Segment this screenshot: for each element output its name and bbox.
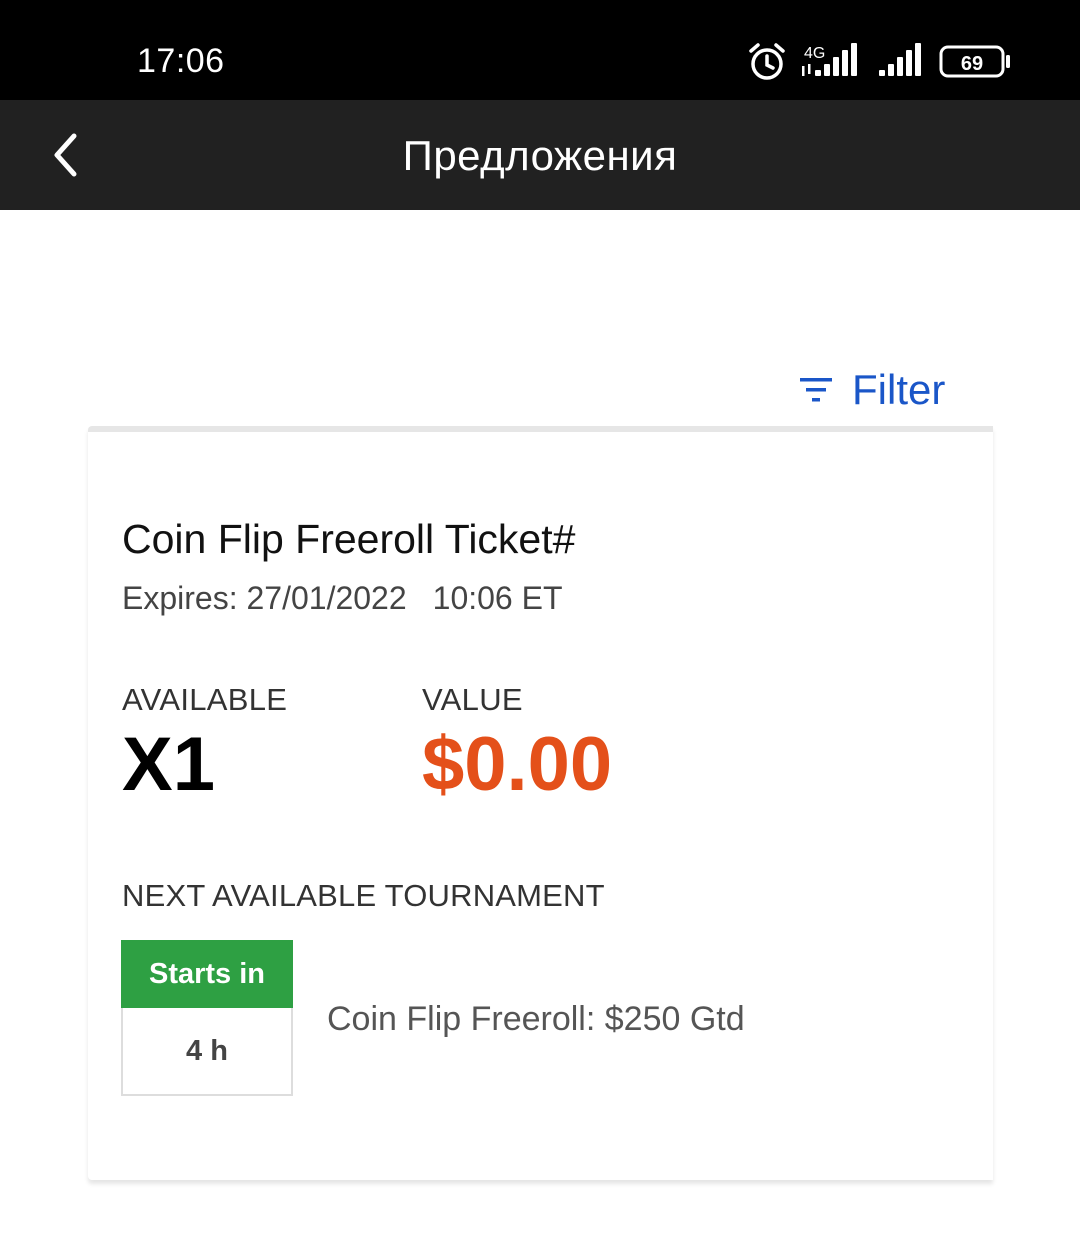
value-label: VALUE (422, 682, 523, 717)
next-tournament-label: NEXT AVAILABLE TOURNAMENT (122, 878, 605, 913)
value-amount: $0.00 (422, 722, 613, 807)
status-icons: 4G 69 (749, 43, 1010, 80)
tournament-name-link[interactable]: Coin Flip Freeroll: $250 Gtd (327, 1000, 745, 1039)
battery-level: 69 (961, 53, 983, 75)
offer-expiry: Expires: 27/01/2022 10:06 ET (122, 580, 563, 617)
available-label: AVAILABLE (122, 682, 288, 717)
battery-icon: 69 (939, 45, 1010, 78)
available-value: X1 (122, 722, 215, 807)
signal-icon (879, 43, 921, 76)
expires-date: Expires: 27/01/2022 (122, 580, 407, 616)
starts-in-badge: Starts in 4 h (121, 940, 293, 1096)
expires-time: 10:06 ET (432, 580, 563, 616)
chevron-left-icon (54, 133, 77, 177)
offer-card[interactable]: Coin Flip Freeroll Ticket# Expires: 27/0… (88, 426, 993, 1180)
back-button[interactable] (36, 122, 96, 188)
starts-in-value: 4 h (121, 1008, 293, 1096)
status-time: 17:06 (137, 42, 225, 80)
filter-label: Filter (852, 366, 946, 413)
status-bar: 17:06 4G 69 (0, 0, 1080, 100)
starts-in-label: Starts in (121, 940, 293, 1008)
data-activity-icon (802, 64, 811, 76)
app-bar: Предложения (0, 100, 1080, 210)
filter-icon (800, 378, 832, 402)
alarm-icon (749, 43, 785, 80)
page-title: Предложения (402, 132, 678, 179)
network-type-label: 4G (804, 45, 825, 62)
offer-title: Coin Flip Freeroll Ticket# (122, 516, 576, 562)
filter-button[interactable]: Filter (798, 364, 945, 416)
